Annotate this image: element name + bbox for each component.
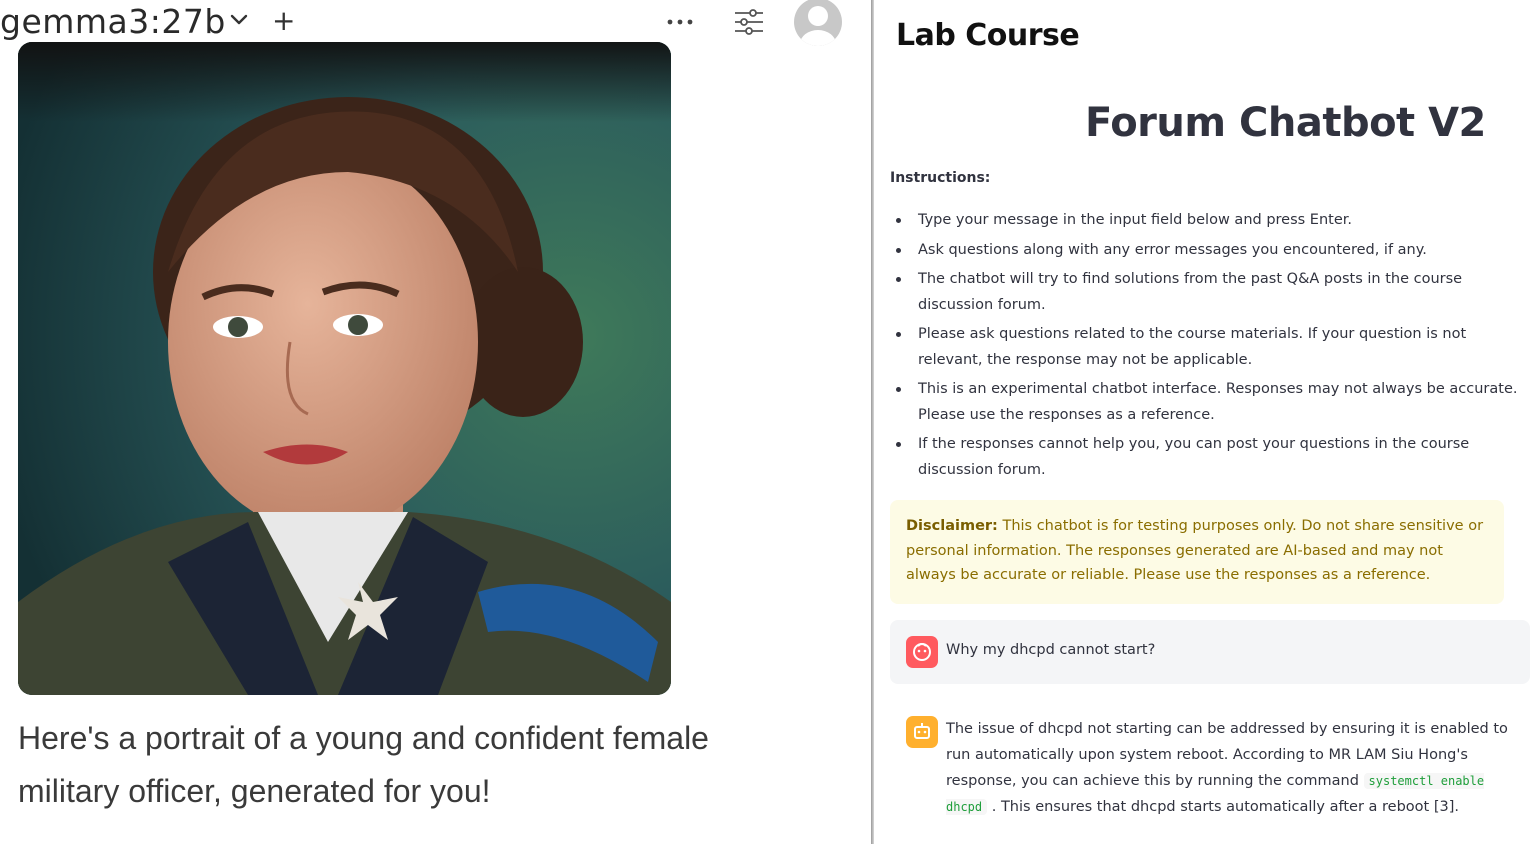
settings-sliders-icon[interactable] bbox=[733, 7, 765, 37]
new-chat-button[interactable]: + bbox=[272, 6, 295, 36]
user-message-text: Why my dhcpd cannot start? bbox=[946, 642, 1156, 658]
user-chat-message: Why my dhcpd cannot start? bbox=[890, 620, 1530, 684]
instructions-heading: Instructions: bbox=[890, 170, 991, 186]
disclaimer-label: Disclaimer: bbox=[906, 518, 998, 534]
page-title: Forum Chatbot V2 bbox=[1085, 100, 1486, 146]
disclaimer-box: Disclaimer: This chatbot is for testing … bbox=[890, 500, 1504, 604]
instruction-item: Please ask questions related to the cour… bbox=[890, 322, 1520, 373]
generated-portrait-image bbox=[18, 42, 671, 695]
forum-chatbot-pane: Lab Course Forum Chatbot V2 Instructions… bbox=[874, 0, 1534, 844]
bot-avatar-icon bbox=[906, 716, 938, 748]
instruction-item: If the responses cannot help you, you ca… bbox=[890, 432, 1520, 483]
instruction-item: Ask questions along with any error messa… bbox=[890, 238, 1520, 264]
user-avatar-icon[interactable] bbox=[794, 0, 842, 46]
bot-text-part: . This ensures that dhcpd starts automat… bbox=[987, 799, 1459, 815]
assistant-message-text: Here's a portrait of a young and confide… bbox=[18, 720, 709, 809]
bot-message-text: The issue of dhcpd not starting can be a… bbox=[946, 716, 1526, 820]
instruction-item: The chatbot will try to find solutions f… bbox=[890, 267, 1520, 318]
instructions-list: Type your message in the input field bel… bbox=[890, 208, 1520, 487]
chat-pane: gemma3:27b + Here's a portrait of a youn… bbox=[0, 0, 872, 844]
user-avatar-icon bbox=[906, 636, 938, 668]
title-prefix: Lab Course bbox=[896, 18, 1080, 53]
instruction-item: This is an experimental chatbot interfac… bbox=[890, 377, 1520, 428]
instruction-item: Type your message in the input field bel… bbox=[890, 208, 1520, 234]
more-dots-icon[interactable] bbox=[664, 10, 696, 30]
chevron-down-icon[interactable] bbox=[228, 8, 250, 30]
model-selector-label[interactable]: gemma3:27b bbox=[0, 0, 226, 44]
